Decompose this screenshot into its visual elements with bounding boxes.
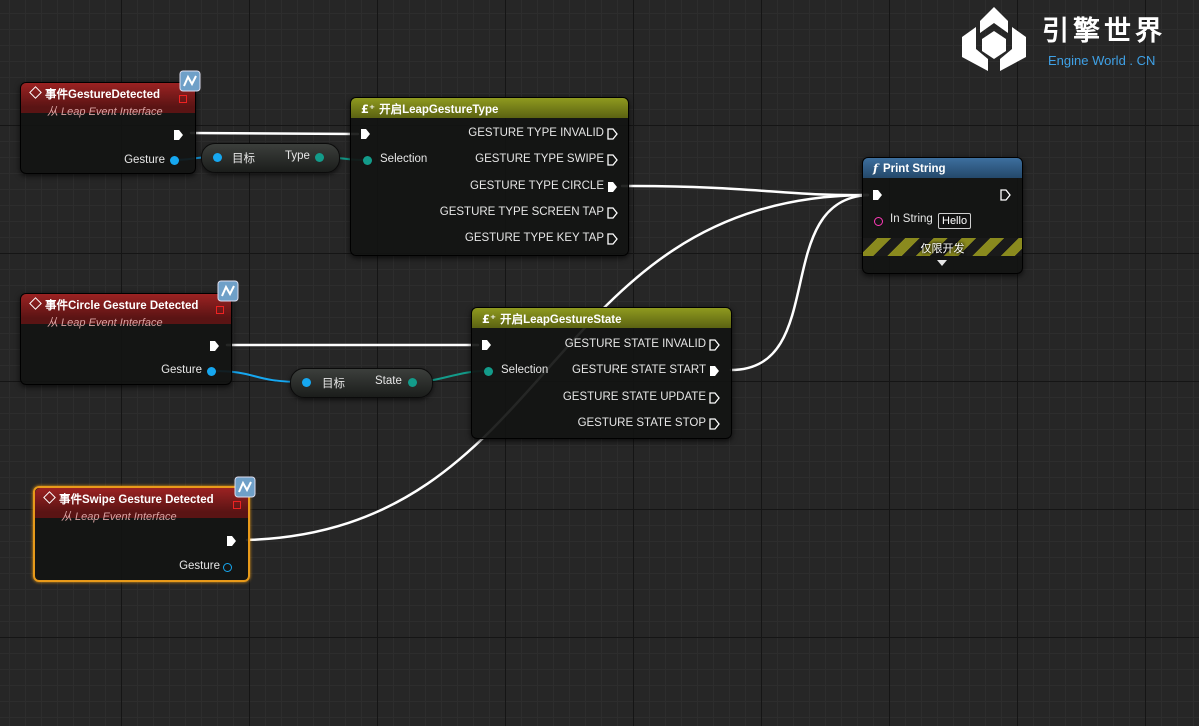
- output-label: GESTURE TYPE KEY TAP: [464, 232, 604, 244]
- exec-out-pin[interactable]: [607, 128, 618, 140]
- pin-label-target: 目标: [232, 153, 255, 165]
- event-node-circle-gesture-detected[interactable]: 事件Circle Gesture Detected 从 Leap Event I…: [20, 293, 232, 385]
- selection-input-pin[interactable]: [363, 156, 372, 165]
- state-output-pin[interactable]: [408, 378, 417, 387]
- gesture-output-pin[interactable]: [207, 367, 216, 376]
- event-node-swipe-gesture-detected[interactable]: 事件Swipe Gesture Detected 从 Leap Event In…: [33, 486, 250, 582]
- pin-label-gesture: Gesture: [124, 154, 165, 166]
- exec-in-pin[interactable]: [360, 128, 371, 140]
- engine-world-logo-icon: [962, 7, 1026, 71]
- node-title: 开启LeapGestureType: [379, 104, 499, 116]
- node-header: f Print String: [863, 158, 1022, 178]
- node-header: £⁺ 开启LeapGestureType: [351, 98, 628, 118]
- switch-node-gesture-type[interactable]: £⁺ 开启LeapGestureType Selection GESTURE TY…: [350, 97, 629, 256]
- node-header: 事件GestureDetected 从 Leap Event Interface: [21, 83, 195, 118]
- leap-interface-icon: [179, 70, 201, 92]
- exec-out-pin[interactable]: [209, 340, 220, 352]
- node-title: 事件Swipe Gesture Detected: [59, 494, 214, 506]
- node-header: 事件Circle Gesture Detected 从 Leap Event I…: [21, 294, 231, 329]
- target-input-pin[interactable]: [302, 378, 311, 387]
- node-subtitle: 从 Leap Event Interface: [47, 106, 163, 118]
- type-output-pin[interactable]: [315, 153, 324, 162]
- getter-node-type[interactable]: 目标 Type: [201, 143, 340, 173]
- output-label: GESTURE TYPE SCREEN TAP: [439, 206, 604, 218]
- in-string-value-field[interactable]: Hello: [938, 213, 972, 229]
- pin-label-target: 目标: [322, 378, 345, 390]
- diamond-event-icon: [29, 297, 42, 310]
- leap-interface-icon: [234, 476, 256, 498]
- pin-label-selection: Selection: [501, 364, 549, 376]
- pin-label-selection: Selection: [380, 153, 428, 165]
- pin-label-state: State: [375, 375, 402, 387]
- in-string-input-pin[interactable]: [874, 217, 883, 226]
- selection-input-pin[interactable]: [484, 367, 493, 376]
- exec-out-pin[interactable]: [607, 154, 618, 166]
- output-label: GESTURE STATE STOP: [577, 417, 706, 429]
- node-title: Print String: [882, 163, 946, 175]
- replicated-marker: [179, 95, 187, 103]
- exec-out-pin[interactable]: [226, 535, 237, 547]
- expand-arrow-icon[interactable]: [936, 259, 948, 267]
- output-label: GESTURE STATE START: [572, 364, 706, 376]
- output-label: GESTURE STATE UPDATE: [562, 391, 706, 403]
- exec-out-pin[interactable]: [1000, 189, 1011, 201]
- switch-icon: £⁺: [361, 102, 376, 116]
- switch-icon: £⁺: [482, 312, 497, 326]
- diamond-event-icon: [43, 491, 56, 504]
- exec-wire: [620, 184, 870, 197]
- event-node-gesture-detected[interactable]: 事件GestureDetected 从 Leap Event Interface…: [20, 82, 196, 174]
- node-title: 事件Circle Gesture Detected: [45, 300, 199, 312]
- watermark-title: 引擎世界: [1042, 16, 1166, 46]
- replicated-marker: [233, 501, 241, 509]
- exec-wire: [189, 131, 360, 136]
- development-only-banner: 仅限开发: [863, 238, 1022, 256]
- gesture-output-pin[interactable]: [170, 156, 179, 165]
- exec-out-pin[interactable]: [607, 233, 618, 245]
- node-title: 开启LeapGestureState: [500, 314, 622, 326]
- diamond-event-icon: [29, 86, 42, 99]
- exec-in-pin[interactable]: [481, 339, 492, 351]
- target-input-pin[interactable]: [213, 153, 222, 162]
- exec-out-pin[interactable]: [709, 365, 720, 377]
- output-label: GESTURE TYPE CIRCLE: [470, 180, 604, 192]
- leap-interface-icon: [217, 280, 239, 302]
- node-header: 事件Swipe Gesture Detected 从 Leap Event In…: [35, 488, 248, 523]
- pin-label-type: Type: [285, 150, 310, 162]
- exec-wire: [729, 193, 870, 372]
- node-header: £⁺ 开启LeapGestureState: [472, 308, 731, 328]
- output-label: GESTURE STATE INVALID: [564, 338, 706, 350]
- pin-label-gesture: Gesture: [161, 364, 202, 376]
- development-only-label: 仅限开发: [920, 243, 965, 255]
- watermark-subtitle: Engine World . CN: [1048, 53, 1156, 68]
- exec-out-pin[interactable]: [607, 181, 618, 193]
- exec-out-pin[interactable]: [709, 418, 720, 430]
- pin-label-in-string: In String: [890, 213, 933, 225]
- switch-node-gesture-state[interactable]: £⁺ 开启LeapGestureState Selection GESTURE S…: [471, 307, 732, 439]
- replicated-marker: [216, 306, 224, 314]
- function-node-print-string[interactable]: f Print String In String Hello 仅限开发: [862, 157, 1023, 274]
- getter-node-state[interactable]: 目标 State: [290, 368, 433, 398]
- exec-out-pin[interactable]: [607, 207, 618, 219]
- exec-out-pin[interactable]: [709, 339, 720, 351]
- output-label: GESTURE TYPE SWIPE: [475, 153, 604, 165]
- exec-in-pin[interactable]: [872, 189, 883, 201]
- node-subtitle: 从 Leap Event Interface: [61, 511, 177, 523]
- pin-label-gesture: Gesture: [179, 560, 220, 572]
- function-icon: f: [873, 161, 878, 175]
- output-label: GESTURE TYPE INVALID: [468, 127, 604, 139]
- node-title: 事件GestureDetected: [45, 89, 161, 101]
- exec-out-pin[interactable]: [709, 392, 720, 404]
- node-subtitle: 从 Leap Event Interface: [47, 317, 163, 329]
- exec-out-pin[interactable]: [173, 129, 184, 141]
- gesture-output-pin[interactable]: [223, 563, 232, 572]
